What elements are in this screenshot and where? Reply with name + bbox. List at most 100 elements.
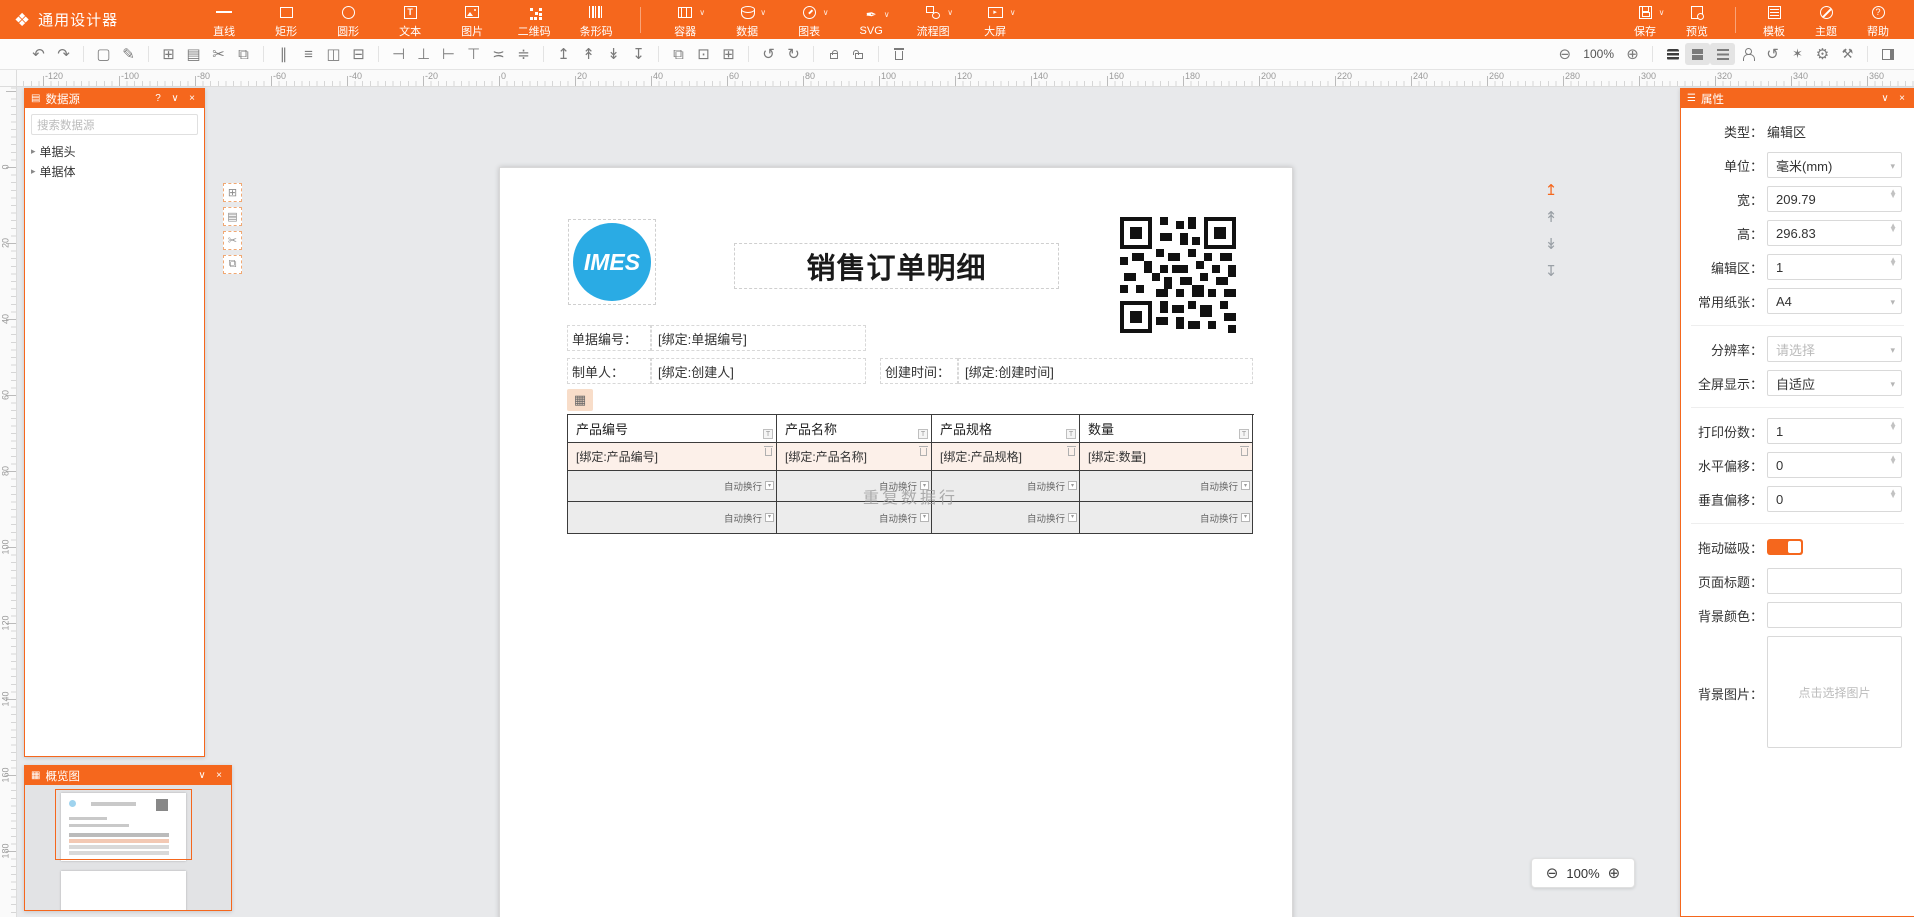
help-icon[interactable]: ? [152, 93, 164, 104]
stepper-icons[interactable]: ▲▼ [1889, 490, 1897, 499]
bg-image-picker[interactable]: 点击选择图片 [1767, 636, 1902, 748]
trash-icon[interactable] [1068, 448, 1075, 456]
tools-icon[interactable]: ⚒ [1835, 43, 1860, 65]
table-autowrap-cell[interactable]: 自动换行▾ [568, 502, 777, 534]
drag-snap-toggle[interactable] [1767, 539, 1803, 555]
fullscreen-select[interactable]: 自适应 [1767, 370, 1902, 396]
group-icon[interactable]: ⊞ [716, 43, 741, 65]
cell-option-icon[interactable]: ▾ [765, 513, 774, 522]
bring-to-front-icon[interactable]: ↥ [551, 43, 576, 65]
stepper-icons[interactable]: ▲▼ [1889, 224, 1897, 233]
zoom-out-icon[interactable]: ⊖ [1552, 43, 1577, 65]
create-time-binding[interactable]: [绑定:创建时间] [958, 358, 1253, 384]
width-input[interactable]: 209.79 [1767, 186, 1902, 212]
tool-image[interactable]: 图片 [444, 1, 500, 39]
tree-item-bill-body[interactable]: ▸ 单据体 [25, 161, 204, 181]
align-horizontal-center-icon[interactable]: ⊟ [346, 43, 371, 65]
preview-button[interactable]: 预览 [1673, 1, 1721, 39]
table-autowrap-cell[interactable]: 自动换行▾ [777, 471, 932, 502]
save-button[interactable]: ∨保存 [1621, 1, 1669, 39]
undo-icon[interactable]: ↶ [26, 43, 51, 65]
resolution-select[interactable]: 请选择 [1767, 336, 1902, 362]
create-time-label[interactable]: 创建时间： [880, 358, 958, 384]
stepper-icons[interactable]: ▲▼ [1889, 456, 1897, 465]
table-binding-cell[interactable]: [绑定:产品编号] [568, 443, 777, 471]
table-autowrap-cell[interactable]: 自动换行▾ [932, 502, 1080, 534]
unlock-icon[interactable] [846, 43, 871, 65]
template-button[interactable]: 模板 [1750, 1, 1798, 39]
unit-select[interactable]: 毫米(mm) [1767, 152, 1902, 178]
bg-color-input[interactable] [1767, 602, 1902, 628]
cell-option-icon[interactable]: ▾ [1241, 481, 1250, 490]
move-down-icon[interactable]: ↡ [1545, 237, 1558, 252]
creator-label[interactable]: 制单人： [567, 358, 651, 384]
insert-element-icon[interactable]: ⊞ [223, 183, 242, 202]
tool-flowchart[interactable]: ∨流程图 [905, 1, 961, 39]
table-header-cell[interactable]: 数量T [1080, 415, 1253, 443]
copy-icon[interactable]: ▤ [181, 43, 206, 65]
table-header-cell[interactable]: 产品名称T [777, 415, 932, 443]
align-horizontal-line-icon[interactable]: ≡ [296, 43, 321, 65]
table-autowrap-cell[interactable]: 自动换行▾ [1080, 502, 1253, 534]
tool-chart[interactable]: ∨图表 [781, 1, 837, 39]
creator-binding[interactable]: [绑定:创建人] [651, 358, 866, 384]
paper-select[interactable]: A4 [1767, 288, 1902, 314]
clone-icon[interactable]: ⧉ [666, 43, 691, 65]
brush-icon[interactable]: ✎ [116, 43, 141, 65]
close-icon[interactable]: × [1896, 93, 1908, 104]
copy-element-icon[interactable]: ▤ [223, 207, 242, 226]
move-down-icon[interactable]: ↡ [601, 43, 626, 65]
add-panel-icon[interactable]: ⊞ [156, 43, 181, 65]
trash-icon[interactable] [920, 448, 927, 456]
trash-icon[interactable] [765, 448, 772, 456]
table-binding-cell[interactable]: [绑定:数量] [1080, 443, 1253, 471]
trash-icon[interactable] [1241, 448, 1248, 456]
table-autowrap-cell[interactable]: 自动换行▾ [568, 471, 777, 502]
align-vertical-line-icon[interactable]: ∥ [271, 43, 296, 65]
logo-element[interactable]: IMES [568, 219, 656, 305]
tool-qrcode[interactable]: 二维码 [506, 1, 562, 39]
qr-code-image[interactable] [1120, 217, 1236, 333]
cell-option-icon[interactable]: ▾ [1068, 513, 1077, 522]
distribute-vertical-icon[interactable]: ≑ [511, 43, 536, 65]
overview-viewport-rect[interactable] [55, 789, 192, 860]
dataset-icon[interactable] [1660, 43, 1685, 65]
order-no-binding[interactable]: [绑定:单据编号] [651, 325, 866, 351]
magic-wand-icon[interactable]: ✶ [1785, 43, 1810, 65]
table-binding-cell[interactable]: [绑定:产品规格] [932, 443, 1080, 471]
close-icon[interactable]: × [213, 770, 225, 781]
order-no-label[interactable]: 单据编号： [567, 325, 651, 351]
distribute-horizontal-icon[interactable]: ≍ [486, 43, 511, 65]
report-title-element[interactable]: 销售订单明细 [734, 243, 1059, 289]
h-offset-input[interactable]: 0 [1767, 452, 1902, 478]
lock-icon[interactable] [821, 43, 846, 65]
move-up-icon[interactable]: ↟ [1545, 210, 1558, 225]
search-datasource-input[interactable]: 搜索数据源 [31, 114, 198, 135]
edit-area-input[interactable]: 1 [1767, 254, 1902, 280]
v-offset-input[interactable]: 0 [1767, 486, 1902, 512]
zoom-in-icon[interactable]: ⊕ [1620, 43, 1645, 65]
tool-svg[interactable]: ✒∨SVG [843, 3, 899, 37]
tool-bigscreen[interactable]: ▸∨大屏 [967, 1, 1023, 39]
history-icon[interactable]: ↺ [1760, 43, 1785, 65]
collapse-icon[interactable]: ∨ [196, 770, 208, 781]
tool-rectangle[interactable]: 矩形 [258, 1, 314, 39]
tool-container[interactable]: ∨容器 [657, 1, 713, 39]
zoom-in-icon[interactable]: ⊕ [1608, 866, 1621, 881]
gear-icon[interactable]: ⚙ [1810, 43, 1835, 65]
tool-line[interactable]: 直线 [196, 1, 252, 39]
cut-icon[interactable]: ✂ [206, 43, 231, 65]
move-to-top-icon[interactable]: ↥ [1545, 183, 1558, 198]
rotate-right-icon[interactable]: ↻ [781, 43, 806, 65]
table-autowrap-cell[interactable]: 自动换行▾ [1080, 471, 1253, 502]
collapse-icon[interactable]: ∨ [1879, 93, 1891, 104]
tool-circle[interactable]: 圆形 [320, 1, 376, 39]
cell-option-icon[interactable]: ▾ [1241, 513, 1250, 522]
overview-preview[interactable] [25, 785, 231, 910]
tool-text[interactable]: T文本 [382, 1, 438, 39]
send-to-back-icon[interactable]: ↧ [626, 43, 651, 65]
page-title-input[interactable] [1767, 568, 1902, 594]
align-left-icon[interactable]: ⊣ [386, 43, 411, 65]
new-file-icon[interactable]: ▢ [91, 43, 116, 65]
table-header-cell[interactable]: 产品编号T [568, 415, 777, 443]
